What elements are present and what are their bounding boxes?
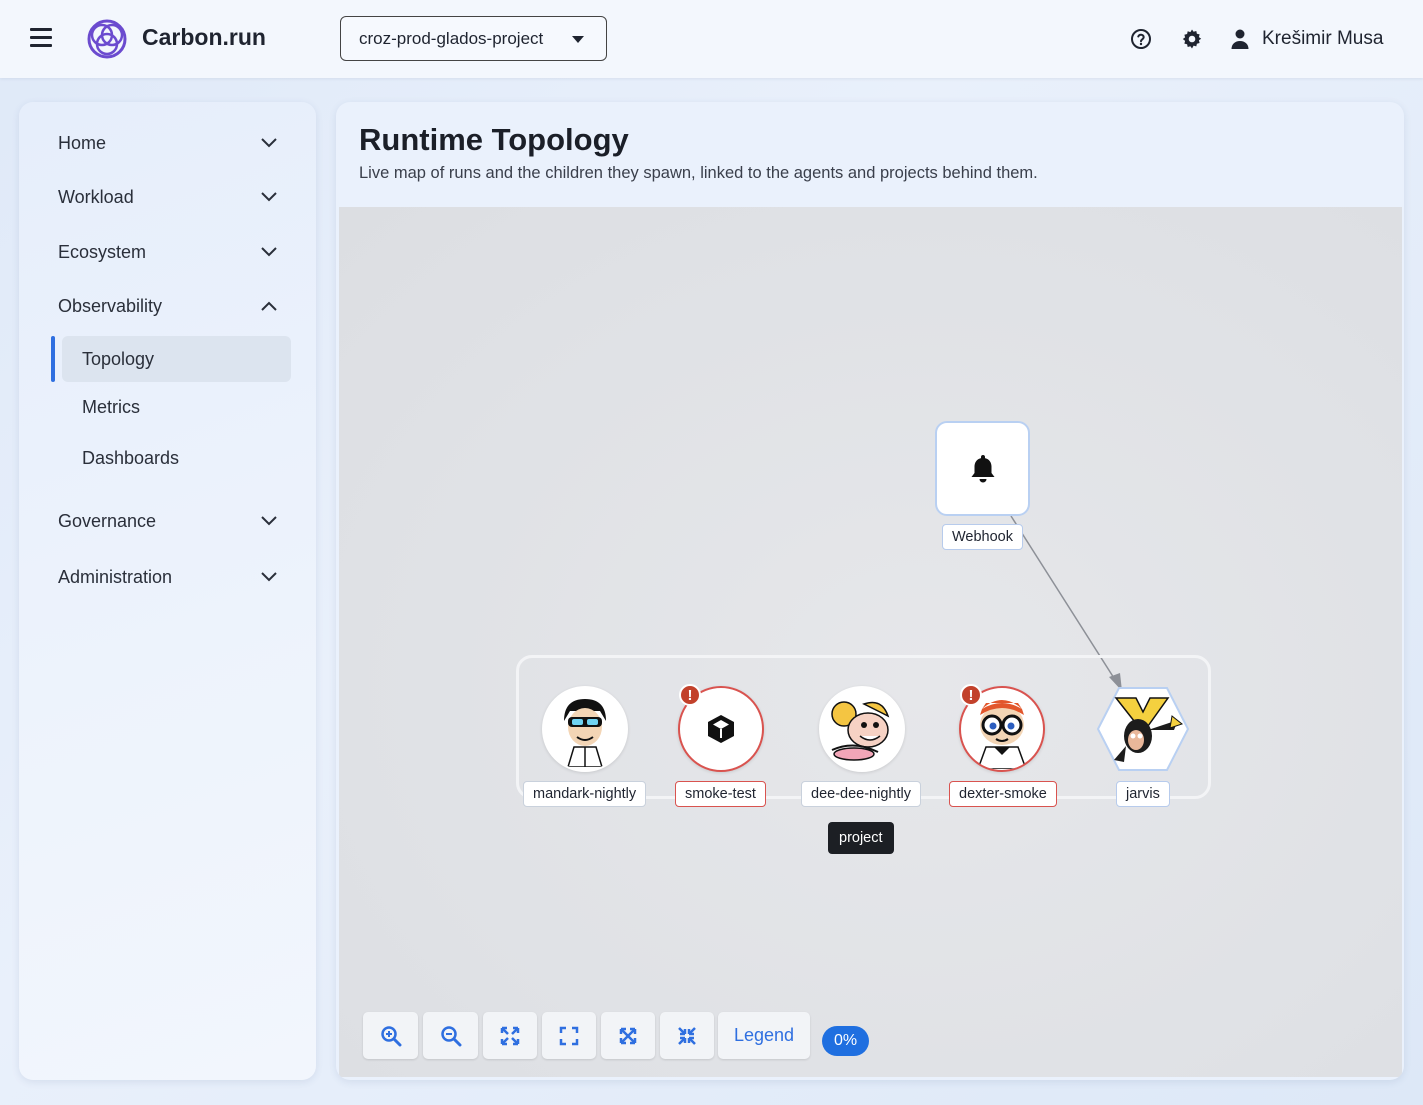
chevron-down-icon (261, 192, 277, 202)
sidebar-item-workload[interactable]: Workload (58, 180, 278, 214)
sidebar-item-metrics[interactable]: Metrics (62, 384, 291, 430)
node-mandark-nightly[interactable] (542, 686, 628, 772)
brand-name: Carbon.run (142, 24, 266, 50)
top-bar: Carbon.run croz-prod-glados-project Kreš… (0, 0, 1423, 78)
error-badge-icon: ! (960, 684, 982, 706)
topology-canvas[interactable]: Webhook mandark-nightly ! smoke-test dee… (339, 207, 1402, 1077)
main-panel: Runtime Topology Live map of runs and th… (336, 102, 1404, 1080)
webhook-node[interactable] (935, 421, 1030, 516)
page-title: Runtime Topology (359, 122, 629, 157)
node-label-mandark-nightly[interactable]: mandark-nightly (523, 781, 647, 807)
fullscreen-button[interactable] (542, 1012, 596, 1059)
sidebar-item-label: Observability (58, 295, 163, 316)
chevron-down-icon (261, 247, 277, 257)
node-label-dee-dee-nightly[interactable]: dee-dee-nightly (801, 781, 921, 807)
dee-dee-avatar-icon (831, 701, 890, 761)
user-name[interactable]: Krešimir Musa (1262, 28, 1383, 50)
project-select[interactable]: croz-prod-glados-project (340, 16, 607, 61)
expand-icon (619, 1027, 637, 1044)
carbon-logo-icon[interactable] (86, 18, 128, 60)
node-label-smoke-test[interactable]: smoke-test (675, 781, 766, 807)
sidebar-item-label: Home (58, 132, 107, 153)
collapse-icon (678, 1026, 696, 1045)
gear-icon[interactable] (1180, 27, 1204, 51)
user-icon[interactable] (1228, 27, 1252, 51)
sidebar-item-administration[interactable]: Administration (58, 560, 278, 594)
zoom-out-button[interactable] (423, 1012, 478, 1059)
webhook-label[interactable]: Webhook (942, 524, 1023, 550)
zoom-level-badge: 0% (822, 1026, 869, 1056)
edge-webhook-jarvis (1010, 515, 1122, 691)
error-badge-icon: ! (679, 684, 701, 706)
sidebar-item-governance[interactable]: Governance (58, 504, 278, 538)
fullscreen-icon (559, 1026, 579, 1045)
node-label-dexter-smoke[interactable]: dexter-smoke (949, 781, 1057, 807)
chevron-down-icon (261, 516, 277, 526)
zoom-in-icon (380, 1025, 401, 1046)
cube-icon (708, 715, 734, 743)
chevron-down-icon (261, 572, 277, 582)
sidebar-item-label: Ecosystem (58, 241, 147, 262)
zoom-out-icon (440, 1025, 461, 1046)
node-dee-dee-nightly[interactable] (819, 686, 905, 772)
sidebar-item-home[interactable]: Home (58, 126, 278, 160)
sidebar-item-dashboards[interactable]: Dashboards (62, 435, 291, 481)
chevron-down-icon (261, 138, 277, 148)
bell-icon (971, 454, 994, 482)
sidebar-item-label: Governance (58, 510, 157, 531)
mandark-avatar-icon (564, 699, 606, 767)
zoom-in-button[interactable] (363, 1012, 418, 1059)
sidebar-item-label: Workload (58, 186, 134, 207)
fit-view-button[interactable] (483, 1012, 537, 1059)
collapse-all-button[interactable] (660, 1012, 714, 1059)
project-select-value: croz-prod-glados-project (359, 28, 544, 48)
node-jarvis[interactable] (1096, 686, 1190, 772)
node-label-jarvis[interactable]: jarvis (1116, 781, 1170, 807)
expand-all-button[interactable] (601, 1012, 655, 1059)
active-indicator (51, 336, 55, 382)
caret-down-icon (572, 36, 584, 43)
expand-arrows-icon (500, 1026, 520, 1045)
sidebar: Home Workload Ecosystem Observability To… (19, 102, 316, 1080)
sidebar-item-topology[interactable]: Topology (62, 336, 291, 382)
group-tooltip: project (828, 822, 894, 854)
page-subtitle: Live map of runs and the children they s… (359, 164, 1038, 182)
sidebar-item-label: Administration (58, 566, 173, 587)
sidebar-item-ecosystem[interactable]: Ecosystem (58, 235, 278, 269)
sidebar-item-observability[interactable]: Observability (58, 289, 278, 323)
menu-icon[interactable] (30, 28, 52, 48)
chevron-up-icon (261, 301, 277, 311)
help-icon[interactable] (1129, 27, 1153, 51)
legend-button[interactable]: Legend (718, 1012, 810, 1059)
